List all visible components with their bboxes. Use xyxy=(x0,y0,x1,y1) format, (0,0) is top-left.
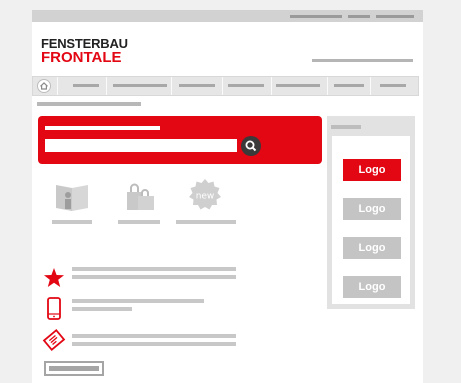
search-input[interactable] xyxy=(45,139,237,152)
shopping-feature[interactable] xyxy=(122,178,158,214)
list-row-text xyxy=(72,275,236,279)
exhibitor-stand-icon xyxy=(56,185,88,211)
nav-home-button[interactable] xyxy=(36,78,52,94)
sponsor-logo-2[interactable]: Logo xyxy=(343,198,401,220)
sponsor-logo-4[interactable]: Logo xyxy=(343,276,401,298)
shopping-bag-icon xyxy=(127,183,154,210)
nav-separator xyxy=(57,77,58,95)
header-tagline xyxy=(312,59,413,62)
mobile-row-icon[interactable] xyxy=(44,297,64,321)
list-row-text xyxy=(72,342,236,346)
favourites-row-icon[interactable] xyxy=(42,266,66,290)
list-row-text xyxy=(72,307,132,311)
utility-link[interactable] xyxy=(376,15,414,18)
sponsor-logo-1[interactable]: Logo xyxy=(343,159,401,181)
search-teaser xyxy=(38,116,322,164)
sponsor-logo-3[interactable]: Logo xyxy=(343,237,401,259)
footer-button[interactable] xyxy=(44,361,104,376)
site-logo[interactable]: FENSTERBAU FRONTALE xyxy=(41,37,128,65)
breadcrumb xyxy=(37,102,141,106)
logo-line-2: FRONTALE xyxy=(41,49,122,66)
home-icon xyxy=(37,79,51,93)
top-utility-bar xyxy=(32,10,423,22)
utility-link[interactable] xyxy=(348,15,370,18)
new-feature[interactable]: new xyxy=(188,178,222,212)
nav-item[interactable] xyxy=(179,84,215,87)
list-row-text xyxy=(72,299,204,303)
footer-button-label xyxy=(49,366,99,371)
ticket-row-icon[interactable] xyxy=(42,328,66,352)
nav-item[interactable] xyxy=(276,84,320,87)
search-button[interactable] xyxy=(241,136,261,156)
new-badge-icon: new xyxy=(189,179,221,210)
nav-separator xyxy=(370,77,371,95)
nav-separator xyxy=(106,77,107,95)
star-icon xyxy=(44,268,64,287)
main-navigation xyxy=(32,76,419,96)
svg-text:new: new xyxy=(196,192,215,202)
list-row-text xyxy=(72,334,236,338)
ticket-icon xyxy=(42,328,66,352)
utility-link[interactable] xyxy=(290,15,342,18)
sponsor-sidebar: Logo Logo Logo Logo xyxy=(327,116,415,309)
nav-item[interactable] xyxy=(380,84,406,87)
nav-item[interactable] xyxy=(334,84,364,87)
mobile-phone-icon xyxy=(47,297,61,320)
nav-separator xyxy=(222,77,223,95)
feature-label xyxy=(118,220,160,224)
search-heading xyxy=(45,126,160,130)
page-frame: FENSTERBAU FRONTALE new Logo Logo Logo L… xyxy=(32,10,423,383)
sidebar-heading xyxy=(331,125,361,129)
list-row-text xyxy=(72,267,236,271)
feature-label xyxy=(52,220,92,224)
nav-item[interactable] xyxy=(73,84,99,87)
nav-separator xyxy=(271,77,272,95)
feature-label xyxy=(176,220,236,224)
nav-separator xyxy=(327,77,328,95)
nav-item[interactable] xyxy=(113,84,167,87)
nav-item[interactable] xyxy=(228,84,264,87)
sponsor-logo-panel: Logo Logo Logo Logo xyxy=(332,136,410,304)
nav-separator xyxy=(171,77,172,95)
exhibitor-feature[interactable] xyxy=(52,181,92,217)
magnifier-icon xyxy=(245,140,257,152)
